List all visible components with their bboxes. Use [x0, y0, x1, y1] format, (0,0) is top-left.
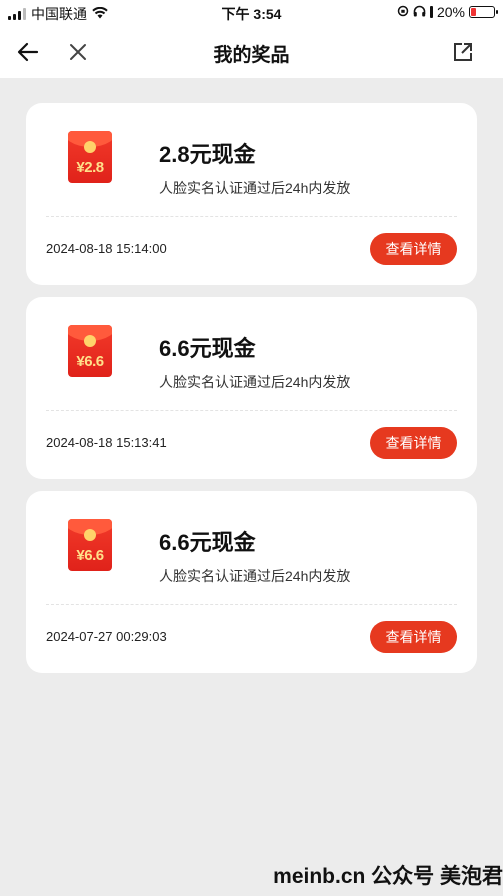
envelope-amount: ¥6.6	[76, 547, 104, 564]
orientation-lock-icon	[397, 4, 409, 20]
prize-description: 人脸实名认证通过后24h内发放	[159, 374, 351, 390]
watermark: meinb.cn 公众号 美泡君	[273, 865, 503, 888]
prize-description: 人脸实名认证通过后24h内发放	[159, 180, 351, 196]
status-bar: 中国联通 下午 3:54 20%	[0, 0, 503, 26]
prize-description: 人脸实名认证通过后24h内发放	[159, 568, 351, 584]
prize-title: 6.6元现金	[159, 336, 256, 361]
view-details-button[interactable]: 查看详情	[370, 427, 457, 459]
prize-title: 6.6元现金	[159, 530, 256, 555]
red-envelope-icon: ¥2.8	[68, 131, 112, 183]
signal-icon-2	[429, 6, 433, 18]
view-details-button[interactable]: 查看详情	[370, 621, 457, 653]
red-envelope-icon: ¥6.6	[68, 325, 112, 377]
battery-percent: 20%	[436, 4, 465, 20]
envelope-amount: ¥6.6	[76, 353, 104, 370]
divider	[46, 604, 457, 605]
status-right: 20%	[397, 4, 498, 20]
external-link-icon	[454, 43, 472, 61]
prize-title: 2.8元现金	[159, 142, 256, 167]
prize-timestamp: 2024-08-18 15:13:41	[46, 435, 167, 450]
prize-card: ¥2.8 2.8元现金 人脸实名认证通过后24h内发放 2024-08-18 1…	[26, 103, 477, 285]
prize-card: ¥6.6 6.6元现金 人脸实名认证通过后24h内发放 2024-08-18 1…	[26, 297, 477, 479]
nav-bar: 我的奖品	[0, 26, 503, 78]
prize-timestamp: 2024-08-18 15:14:00	[46, 241, 167, 256]
envelope-amount: ¥2.8	[76, 159, 104, 176]
red-envelope-icon: ¥6.6	[68, 519, 112, 571]
page-title: 我的奖品	[213, 45, 290, 66]
prize-card: ¥6.6 6.6元现金 人脸实名认证通过后24h内发放 2024-07-27 0…	[26, 491, 477, 673]
prize-timestamp: 2024-07-27 00:29:03	[46, 629, 167, 644]
view-details-button[interactable]: 查看详情	[370, 233, 457, 265]
divider	[46, 216, 457, 217]
battery-icon	[469, 6, 498, 18]
share-button[interactable]	[447, 36, 479, 68]
divider	[46, 410, 457, 411]
headphones-icon	[413, 4, 426, 20]
